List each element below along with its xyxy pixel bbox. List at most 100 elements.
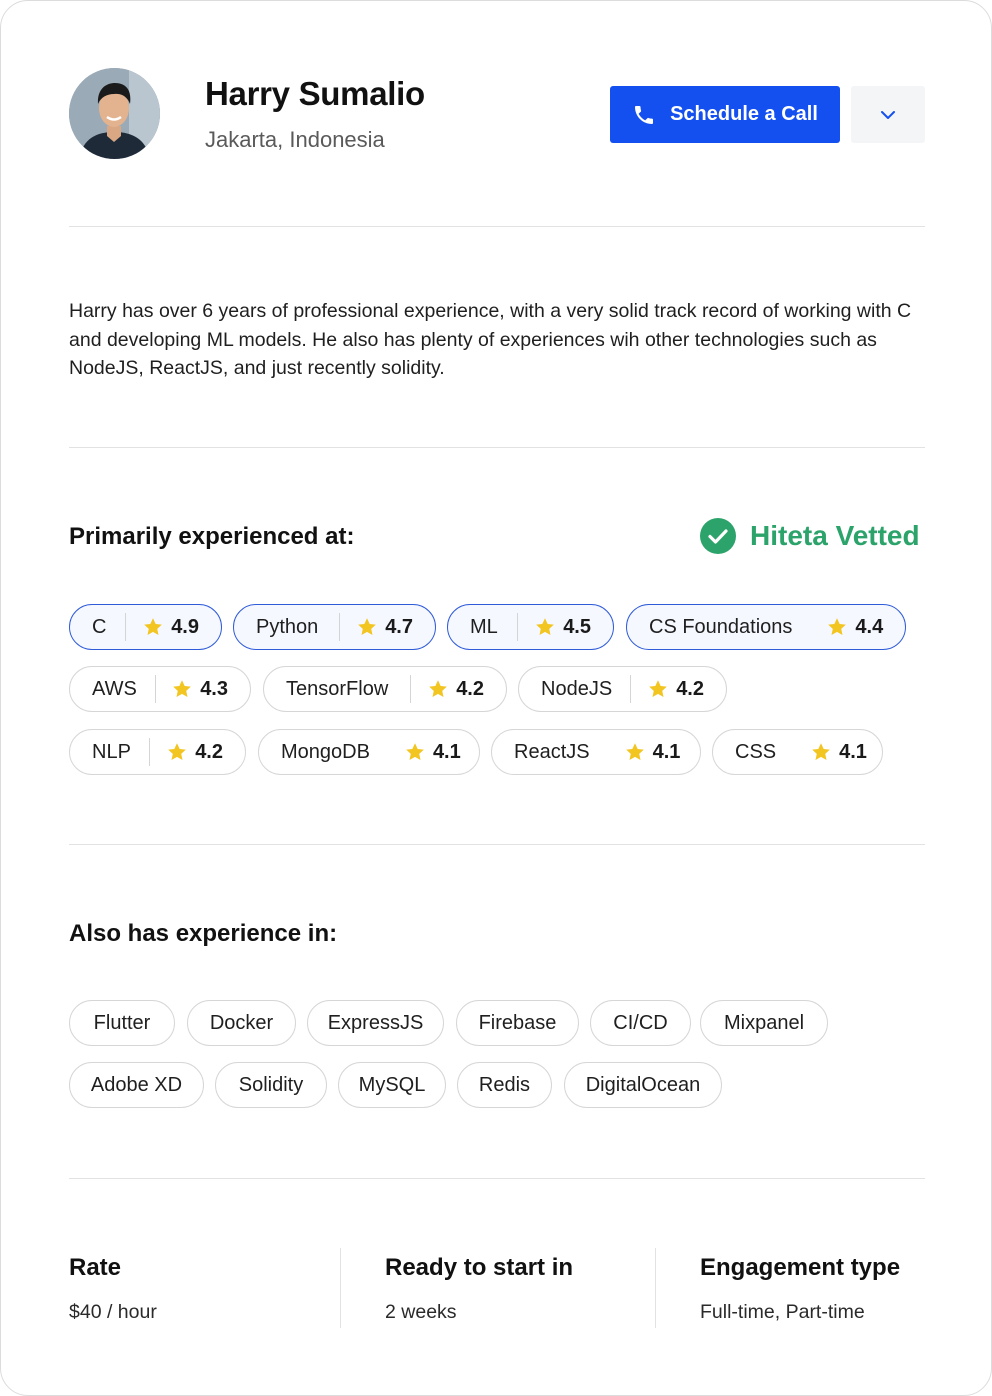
star-icon <box>826 616 848 638</box>
phone-icon <box>635 105 654 124</box>
vetted-label: Hiteta Vetted <box>750 520 920 551</box>
chevron-down-icon <box>881 110 895 119</box>
skill-chip[interactable]: Mixpanel <box>700 1000 828 1046</box>
skill-chip[interactable]: CI/CD <box>590 1000 691 1046</box>
skill-name: ReactJS <box>514 740 590 763</box>
chip-separator <box>517 613 519 641</box>
chip-separator <box>630 675 632 703</box>
engagement-value: Full-time, Part-time <box>700 1301 865 1323</box>
skill-name: MySQL <box>358 1073 426 1096</box>
skill-chip[interactable]: DigitalOcean <box>564 1062 722 1108</box>
skill-chip[interactable]: Solidity <box>215 1062 327 1108</box>
skill-chip[interactable]: Redis <box>457 1062 552 1108</box>
primary-skills-title: Primarily experienced at: <box>69 523 355 550</box>
skill-chip[interactable]: Python 4.7 <box>233 604 436 650</box>
skill-name: C <box>92 615 107 638</box>
skill-name: ML <box>470 615 498 638</box>
star-icon <box>810 741 832 763</box>
avatar <box>69 68 160 159</box>
skill-rating: 4.7 <box>385 615 413 638</box>
skill-rating: 4.2 <box>195 740 223 763</box>
vetted-badge: Hiteta Vetted <box>700 518 920 554</box>
skill-name: CS Foundations <box>649 615 793 638</box>
star-icon <box>427 678 449 700</box>
skill-chip[interactable]: ExpressJS <box>307 1000 444 1046</box>
star-icon <box>171 678 193 700</box>
skill-chip[interactable]: Docker <box>187 1000 296 1046</box>
skill-chip[interactable]: Flutter <box>69 1000 175 1046</box>
skill-rating: 4.1 <box>432 740 461 763</box>
skill-rating: 4.4 <box>855 615 884 638</box>
skill-chip[interactable]: CS Foundations 4.4 <box>626 604 906 650</box>
more-options-button[interactable] <box>851 86 925 143</box>
engagement-title: Engagement type <box>700 1254 901 1281</box>
person-avatar-icon <box>69 68 160 159</box>
chip-separator <box>125 613 127 641</box>
skill-chip[interactable]: Adobe XD <box>69 1062 204 1108</box>
schedule-call-button[interactable]: Schedule a Call <box>610 86 840 143</box>
skill-name: Docker <box>209 1011 274 1034</box>
skill-name: MongoDB <box>281 740 370 763</box>
skill-rating: 4.2 <box>456 677 484 700</box>
profile-card: Harry Sumalio Jakarta, Indonesia Schedul… <box>0 0 992 1396</box>
skill-name: TensorFlow <box>286 677 389 700</box>
skill-chip[interactable]: MySQL <box>338 1062 446 1108</box>
rate-value: $40 / hour <box>69 1301 157 1323</box>
divider <box>69 226 925 227</box>
skill-chip[interactable]: MongoDB 4.1 <box>258 729 480 775</box>
skill-name: Python <box>256 615 319 638</box>
divider <box>69 844 925 845</box>
skill-name: CI/CD <box>613 1011 668 1034</box>
chip-separator <box>149 738 151 766</box>
skill-name: Mixpanel <box>723 1011 805 1034</box>
skill-chip[interactable]: C 4.9 <box>69 604 222 650</box>
skill-name: Firebase <box>478 1011 557 1034</box>
profile-name: Harry Sumalio <box>205 75 425 112</box>
skill-name: Flutter <box>93 1011 151 1034</box>
check-circle-icon <box>700 518 736 554</box>
skill-chip[interactable]: TensorFlow 4.2 <box>263 666 507 712</box>
star-icon <box>404 741 426 763</box>
star-icon <box>142 616 164 638</box>
skill-chip[interactable]: NodeJS 4.2 <box>518 666 727 712</box>
skill-rating: 4.2 <box>676 677 704 700</box>
bio-text: Harry has over 6 years of professional e… <box>69 300 912 379</box>
start-title: Ready to start in <box>385 1254 574 1281</box>
skill-chip[interactable]: Firebase <box>456 1000 579 1046</box>
skill-name: Solidity <box>238 1073 304 1096</box>
skill-name: CSS <box>735 740 777 763</box>
divider <box>69 447 925 448</box>
skill-rating: 4.5 <box>563 615 591 638</box>
star-icon <box>624 741 646 763</box>
star-icon <box>166 741 188 763</box>
skill-name: Redis <box>478 1073 531 1096</box>
skill-name: DigitalOcean <box>585 1073 701 1096</box>
chip-separator <box>339 613 341 641</box>
skill-chip[interactable]: CSS 4.1 <box>712 729 883 775</box>
skill-chip[interactable]: ML 4.5 <box>447 604 614 650</box>
divider <box>69 1178 925 1179</box>
secondary-skills-title: Also has experience in: <box>69 920 338 947</box>
skill-chip[interactable]: NLP 4.2 <box>69 729 246 775</box>
skill-chip[interactable]: AWS 4.3 <box>69 666 251 712</box>
skill-name: AWS <box>92 677 137 700</box>
skill-rating: 4.3 <box>200 677 228 700</box>
skill-name: NLP <box>92 740 131 763</box>
skill-name: Adobe XD <box>90 1073 183 1096</box>
start-value: 2 weeks <box>385 1301 457 1323</box>
skill-name: NodeJS <box>541 677 613 700</box>
skill-chip[interactable]: ReactJS 4.1 <box>491 729 701 775</box>
star-icon <box>647 678 669 700</box>
column-divider <box>655 1248 656 1328</box>
star-icon <box>356 616 378 638</box>
profile-location: Jakarta, Indonesia <box>205 127 385 152</box>
rate-title: Rate <box>69 1254 122 1281</box>
schedule-call-label: Schedule a Call <box>670 103 818 125</box>
chip-separator <box>410 675 412 703</box>
skill-rating: 4.9 <box>171 615 199 638</box>
skill-rating: 4.1 <box>839 740 867 763</box>
skill-name: ExpressJS <box>327 1011 424 1034</box>
column-divider <box>340 1248 341 1328</box>
skill-rating: 4.1 <box>652 740 681 763</box>
star-icon <box>534 616 556 638</box>
